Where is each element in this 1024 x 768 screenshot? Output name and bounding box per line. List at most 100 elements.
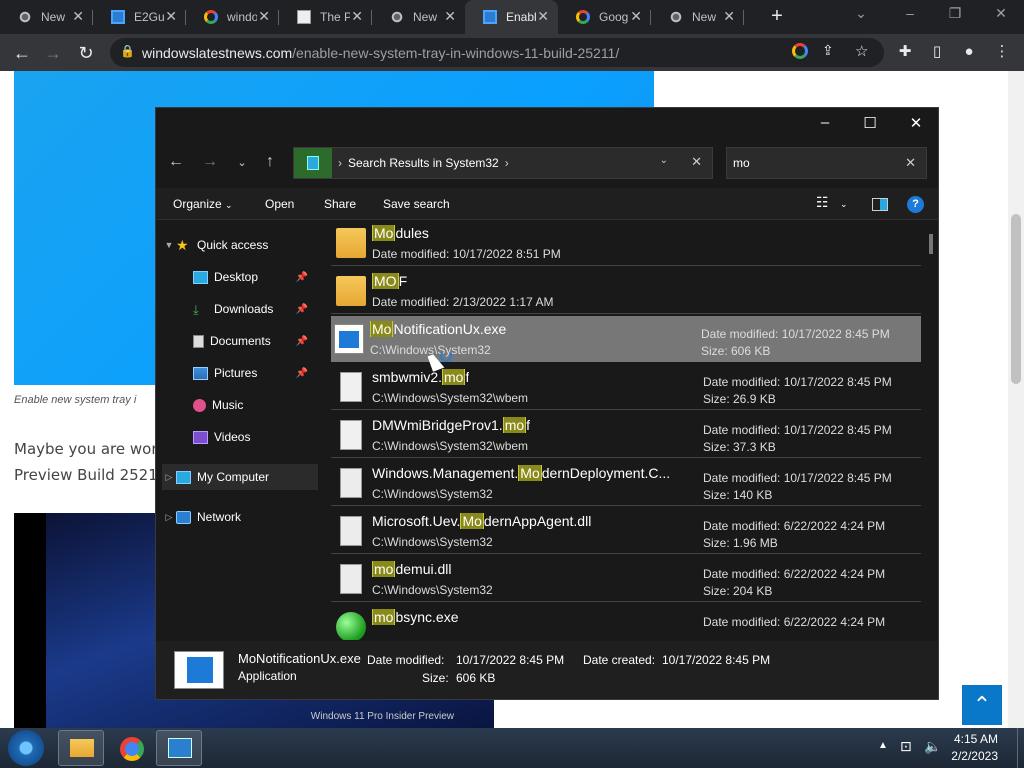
taskbar-control-panel[interactable]	[156, 730, 202, 766]
taskbar-file-explorer[interactable]	[58, 730, 104, 766]
page-scrollbar[interactable]	[1008, 71, 1024, 728]
pin-icon: 📌	[295, 271, 308, 283]
clock-date[interactable]: 2/2/2023	[951, 749, 998, 763]
restore-icon[interactable]: ❐	[940, 5, 970, 22]
close-icon[interactable]: ✕	[901, 114, 931, 132]
side-panel-icon[interactable]: ▯	[925, 40, 949, 64]
share-icon[interactable]: ⇪	[822, 42, 834, 59]
search-match-highlight: mo	[442, 369, 466, 385]
details-size-label: Size:	[422, 671, 449, 685]
chevron-right-icon[interactable]: ▷	[162, 472, 176, 483]
preview-pane-icon[interactable]	[872, 198, 888, 211]
maximize-icon[interactable]: ☐	[855, 114, 885, 132]
minimize-icon[interactable]: –	[895, 5, 925, 21]
breadcrumb-location[interactable]: Search Results in System32	[348, 156, 499, 170]
network-icon[interactable]: ⊡	[900, 738, 912, 755]
file-row[interactable]: Microsoft.Uev. Mo dernAppAgent.dll C:\Windo…	[331, 508, 921, 554]
file-row[interactable]: DMWmiBridgeProv1. mo f C:\Windows\System32\…	[331, 412, 921, 458]
nav-item-videos[interactable]: Videos	[156, 424, 312, 450]
breadcrumb[interactable]: › Search Results in System32 › ⌄ ✕	[293, 147, 713, 179]
file-row[interactable]: Mo NotificationUx.exe C:\Windows\System32 D…	[331, 316, 921, 362]
nav-item-downloads[interactable]: ⤓ Downloads 📌	[156, 296, 312, 322]
help-icon[interactable]: ?	[907, 196, 924, 213]
nav-item-desktop[interactable]: Desktop 📌	[156, 264, 312, 290]
file-date-modified: Date modified: 6/22/2022 4:24 PM	[703, 519, 886, 533]
close-tab-icon[interactable]: ✕	[723, 8, 735, 25]
nav-item-pictures[interactable]: Pictures 📌	[156, 360, 312, 386]
profile-icon[interactable]: ●	[957, 40, 981, 64]
file-row[interactable]: smbwmiv2. mo f C:\Windows\System32\wbem Date…	[331, 364, 921, 410]
address-bar[interactable]: 🔒 windowslatestnews.com/enable-new-syste…	[110, 38, 884, 67]
close-tab-icon[interactable]: ✕	[537, 8, 549, 25]
close-tab-icon[interactable]: ✕	[165, 8, 177, 25]
chevron-down-icon[interactable]: ⌄	[660, 155, 668, 166]
search-input[interactable]: mo ✕	[726, 147, 927, 179]
page-scrollbar-thumb[interactable]	[1011, 214, 1021, 384]
forward-arrow-icon[interactable]: →	[198, 153, 222, 171]
minimize-icon[interactable]: –	[810, 114, 840, 131]
search-match-highlight: mo	[502, 417, 527, 433]
file-row[interactable]: MO F Date modified: 2/13/2022 1:17 AM	[331, 268, 921, 314]
file-row[interactable]: Mo dules Date modified: 10/17/2022 8:51 PM	[331, 220, 921, 266]
share-button[interactable]: Share	[324, 197, 356, 211]
clock-time[interactable]: 4:15 AM	[954, 732, 998, 746]
back-arrow-icon[interactable]: ←	[9, 40, 35, 66]
back-arrow-icon[interactable]: ←	[164, 153, 188, 171]
menu-icon[interactable]: ⋮	[990, 40, 1014, 64]
search-match-highlight: Mo	[370, 321, 394, 337]
chevron-down-icon[interactable]: ⌄	[840, 199, 848, 210]
browser-tab[interactable]: New ✕	[0, 0, 93, 34]
nav-item-network[interactable]: ▷ Network	[162, 504, 318, 530]
start-button[interactable]	[8, 730, 44, 766]
file-row[interactable]: Windows.Management. Mo dernDeployment.C...…	[331, 460, 921, 506]
nav-item-quick-access[interactable]: ▼ ★ Quick access	[162, 232, 318, 258]
browser-tab[interactable]: windo ✕	[186, 0, 279, 34]
image-caption: Enable new system tray i	[14, 394, 137, 406]
chevron-down-icon[interactable]: ▼	[162, 240, 176, 250]
new-tab-button[interactable]: +	[765, 4, 789, 28]
scroll-to-top-button[interactable]: ⌃	[962, 685, 1002, 725]
nav-item-documents[interactable]: Documents 📌	[156, 328, 312, 354]
reload-icon[interactable]: ↻	[73, 40, 99, 66]
extensions-icon[interactable]: ✚	[893, 40, 917, 64]
file-list-scrollbar[interactable]	[929, 234, 933, 254]
close-tab-icon[interactable]: ✕	[72, 8, 84, 25]
recent-locations-icon[interactable]: ⌄	[230, 156, 254, 169]
chevron-right-icon[interactable]: ›	[505, 156, 509, 170]
close-icon[interactable]: ✕	[986, 5, 1016, 22]
close-tab-icon[interactable]: ✕	[351, 8, 363, 25]
browser-tab[interactable]: Enabl ✕	[465, 0, 558, 34]
details-date-created: 10/17/2022 8:45 PM	[662, 653, 771, 667]
chrome-icon	[390, 10, 404, 24]
up-arrow-icon[interactable]: ↑	[258, 153, 282, 171]
google-icon[interactable]	[792, 43, 810, 61]
save-search-button[interactable]: Save search	[383, 197, 450, 211]
details-pane: MoNotificationUx.exe Application Date mo…	[156, 641, 938, 699]
taskbar-chrome[interactable]	[108, 730, 154, 766]
chevron-right-icon[interactable]: ▷	[162, 512, 176, 523]
nav-item-my-computer[interactable]: ▷ My Computer	[162, 464, 318, 490]
volume-icon[interactable]: 🔈	[924, 738, 941, 755]
file-row[interactable]: mo demui.dll C:\Windows\System32 Date modif…	[331, 556, 921, 602]
show-desktop-button[interactable]	[1017, 728, 1024, 768]
view-options-icon[interactable]: ☷	[816, 194, 829, 211]
forward-arrow-icon[interactable]: →	[40, 40, 66, 66]
browser-tab[interactable]: Goog ✕	[558, 0, 651, 34]
nav-item-music[interactable]: Music	[156, 392, 312, 418]
organize-button[interactable]: Organize ⌄	[173, 197, 233, 211]
tab-search-icon[interactable]: ⌄	[846, 5, 876, 22]
close-tab-icon[interactable]: ✕	[444, 8, 456, 25]
folder-icon	[336, 228, 366, 258]
close-tab-icon[interactable]: ✕	[258, 8, 270, 25]
browser-tab[interactable]: New ✕	[372, 0, 465, 34]
clear-search-icon[interactable]: ✕	[905, 155, 916, 171]
open-button[interactable]: Open	[265, 197, 294, 211]
browser-tab[interactable]: New ✕	[651, 0, 744, 34]
file-row[interactable]: mo bsync.exe Date modified: 6/22/2022 4:24…	[331, 604, 921, 640]
show-hidden-icons[interactable]: ▲	[878, 740, 888, 751]
browser-tab[interactable]: The P ✕	[279, 0, 372, 34]
clear-icon[interactable]: ✕	[691, 154, 702, 170]
close-tab-icon[interactable]: ✕	[630, 8, 642, 25]
browser-tab[interactable]: E2Gu ✕	[93, 0, 186, 34]
bookmark-star-icon[interactable]: ☆	[855, 42, 868, 60]
